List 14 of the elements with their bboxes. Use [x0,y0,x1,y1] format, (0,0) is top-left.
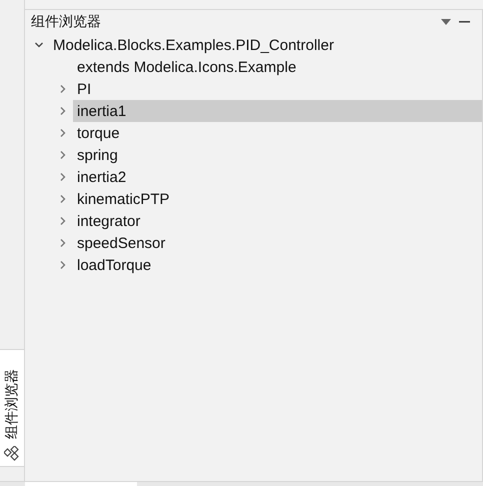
tree-item[interactable]: integrator [73,210,482,232]
tree-item[interactable]: speedSensor [73,232,482,254]
tree-item[interactable]: inertia1 [73,100,482,122]
tree-item[interactable]: loadTorque [73,254,482,276]
tree-item[interactable]: PI [73,78,482,100]
blocks-icon [4,446,20,462]
side-tab[interactable]: 组件浏览器 [0,349,24,467]
tree-item[interactable]: Modelica.Blocks.Examples.PID_Controller [49,34,482,56]
tree-item[interactable]: torque [73,122,482,144]
tree-item[interactable]: kinematicPTP [73,188,482,210]
tree-item[interactable]: inertia2 [73,166,482,188]
panel-title: 组件浏览器 [31,13,102,31]
tree-item[interactable]: extends Modelica.Icons.Example [73,56,482,78]
tree-item[interactable]: spring [73,144,482,166]
